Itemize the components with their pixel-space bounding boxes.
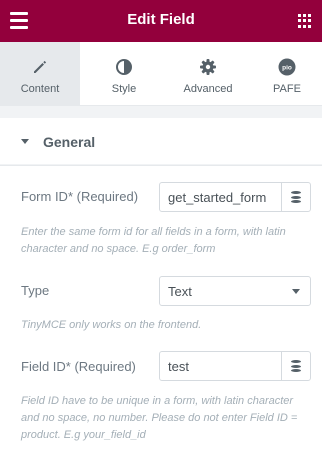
section-title: General [43,134,96,150]
field-id-field[interactable]: test [159,351,311,381]
svg-text:pio: pio [282,65,292,72]
tab-pafe-label: PAFE [273,83,301,95]
chevron-down-icon [292,289,300,294]
type-description: TinyMCE only works on the frontend. [21,319,202,331]
panel-spacer [0,106,322,118]
panel-header: Edit Field [0,0,322,42]
form-id-field[interactable]: get_started_form [159,182,311,212]
dynamic-tags-button[interactable] [281,183,310,211]
type-label: Type [21,283,50,298]
type-select[interactable]: Text [159,276,311,306]
type-select-value: Text [168,284,192,299]
field-id-description: Field ID have to be unique in a form, wi… [21,395,298,441]
tab-pafe[interactable]: pio PAFE [252,42,322,106]
editor-tabs: Content Style Advanced pio PAFE [0,42,322,106]
tab-style-label: Style [111,83,137,95]
tab-content-label: Content [20,83,60,95]
tab-advanced-label: Advanced [183,83,233,95]
pencil-icon [34,60,47,73]
tab-advanced[interactable]: Advanced [168,42,248,106]
form-id-description: Enter the same form id for all fields in… [21,226,286,255]
dynamic-tags-button[interactable] [281,352,310,380]
section-general-header[interactable]: General [0,118,322,165]
panel-title: Edit Field [127,11,195,28]
field-id-label: Field ID* (Required) [21,359,136,374]
caret-down-icon [21,139,29,144]
database-icon [291,360,301,372]
tab-content[interactable]: Content [0,42,80,106]
pafe-logo-icon: pio [278,58,296,76]
gear-icon [200,59,216,75]
form-id-value[interactable]: get_started_form [168,190,280,205]
form-id-label: Form ID* (Required) [21,189,139,204]
database-icon [291,191,301,203]
field-id-value[interactable]: test [168,359,280,374]
grid-apps-icon[interactable] [298,14,312,28]
half-circle-icon [116,59,132,75]
tab-style[interactable]: Style [84,42,164,106]
